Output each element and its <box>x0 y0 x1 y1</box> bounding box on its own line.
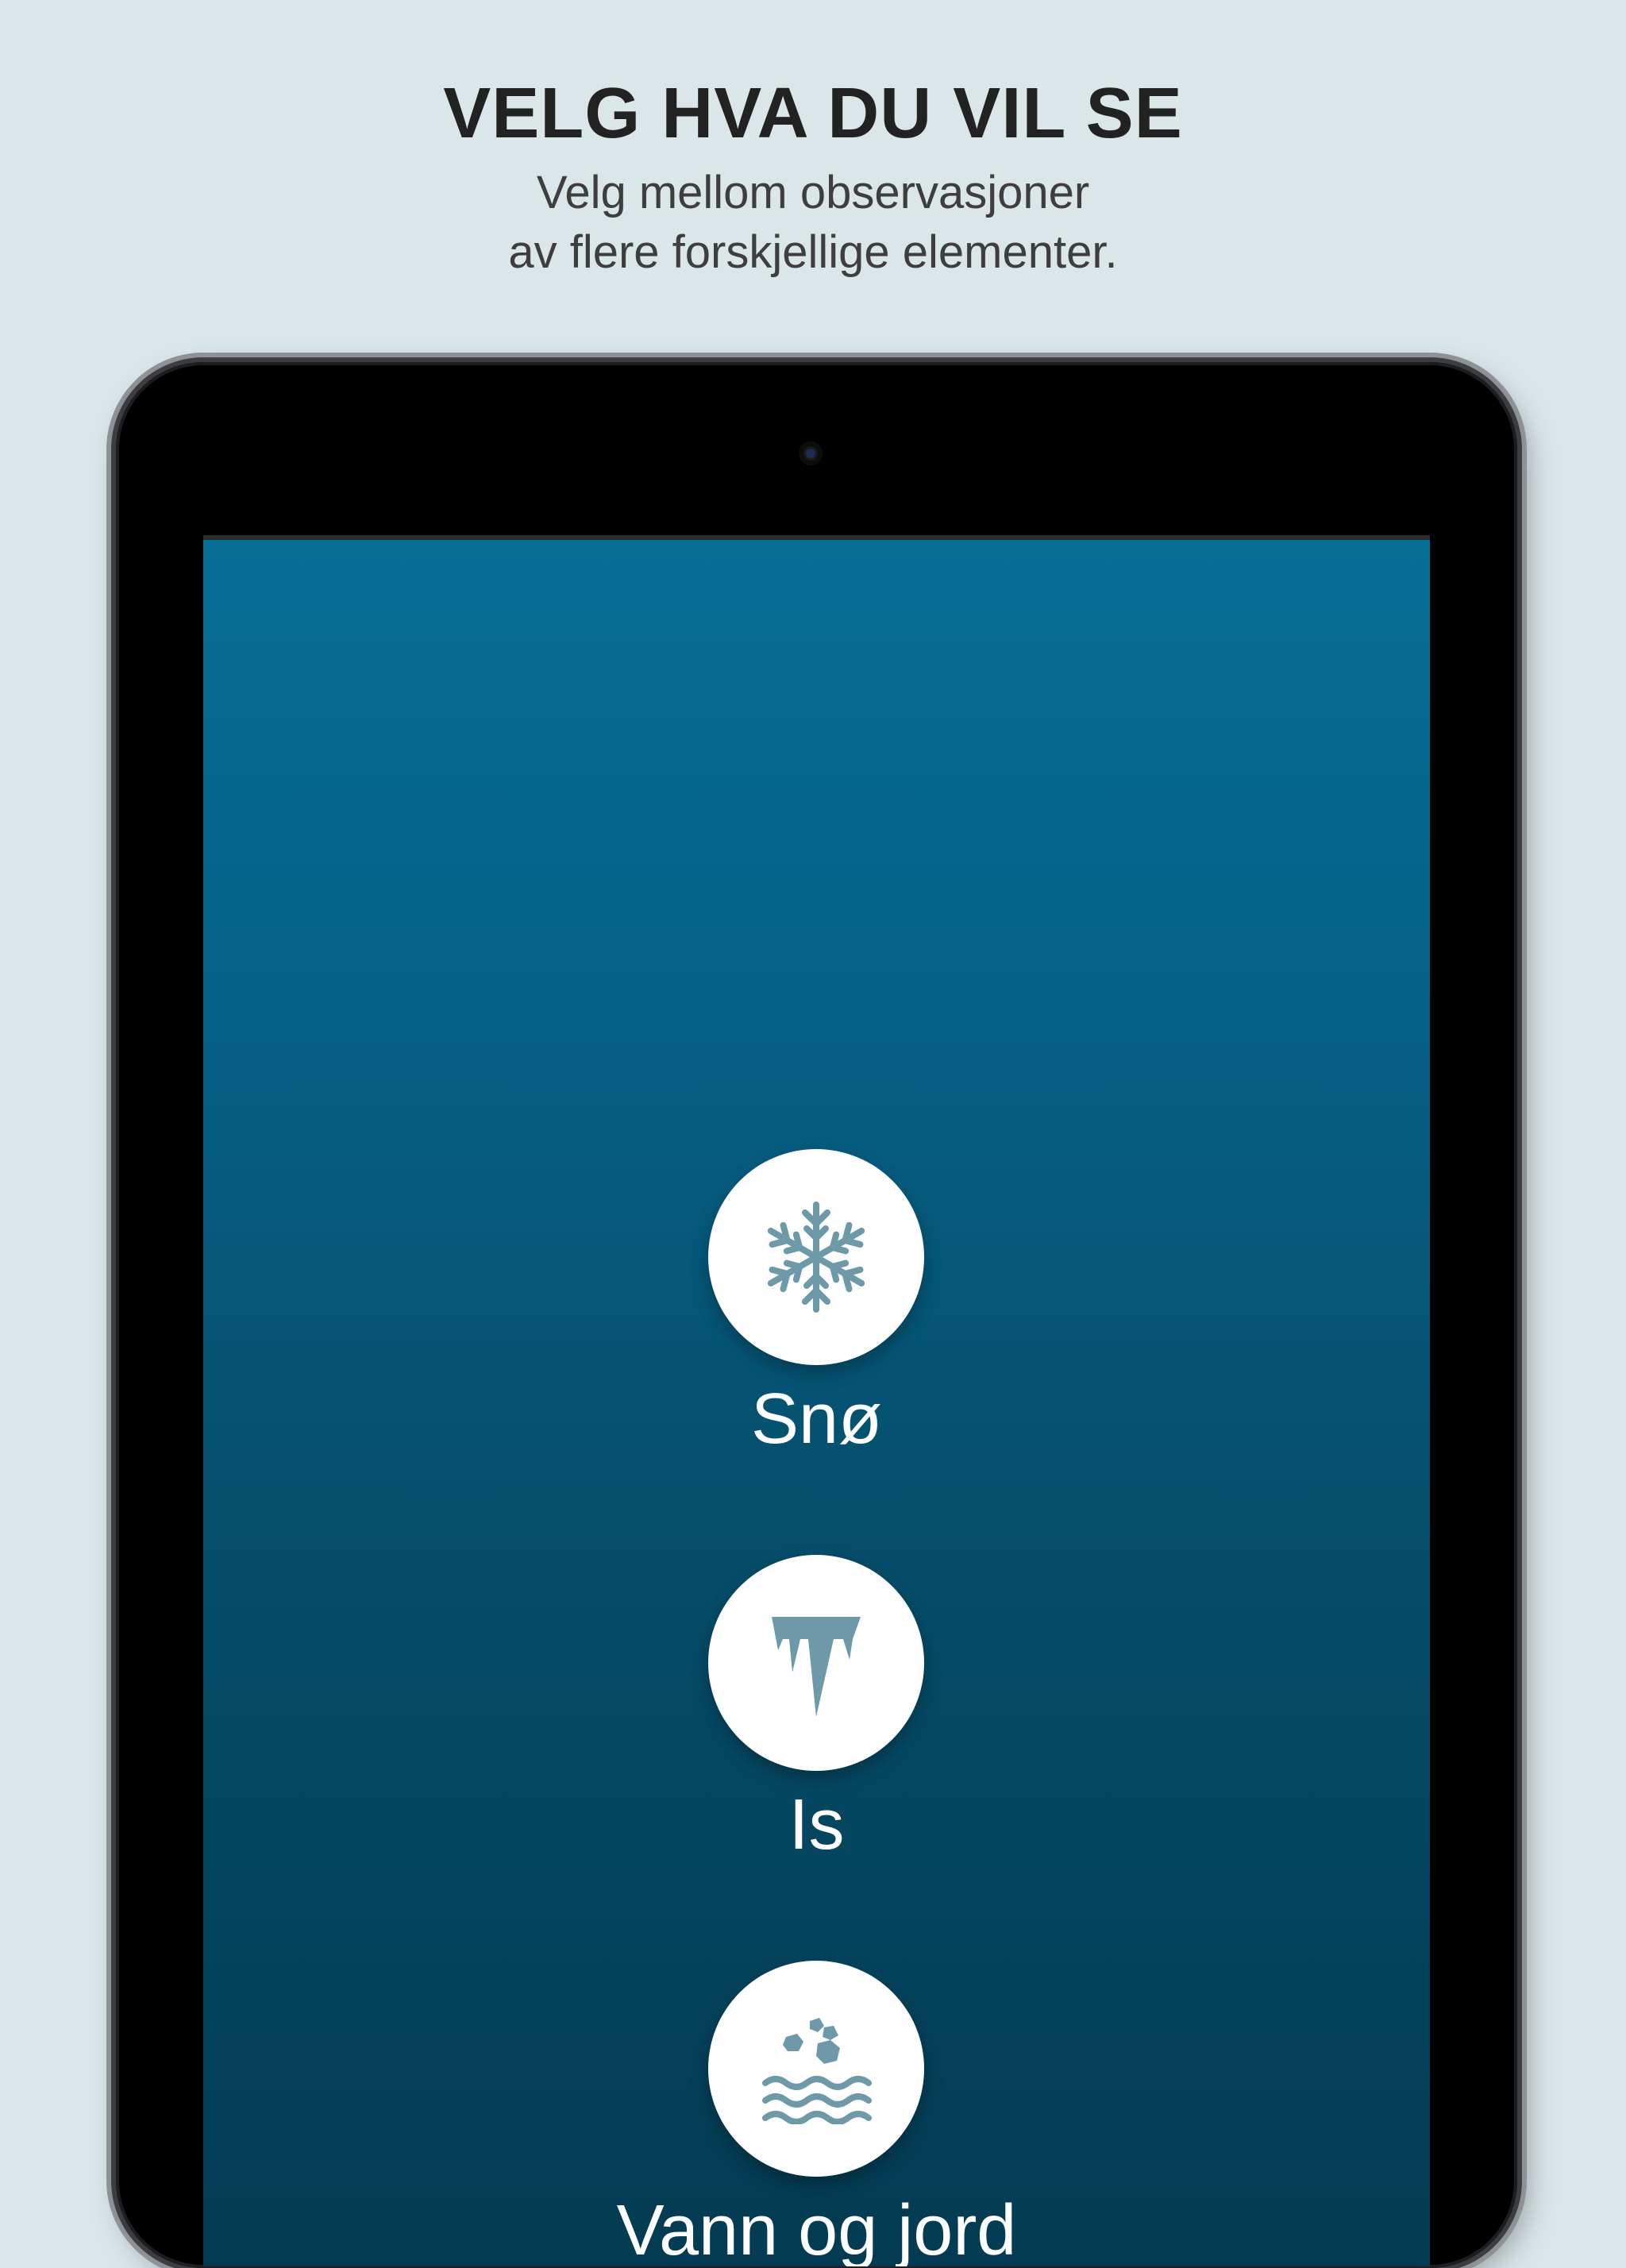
promo-subline-2: av flere forskjellige elementer. <box>508 226 1118 278</box>
snow-button[interactable] <box>708 1149 924 1365</box>
water-soil-label: Vann og jord <box>616 2191 1017 2266</box>
promo-headline: VELG HVA DU VIL SE <box>443 74 1183 153</box>
front-camera <box>799 442 823 465</box>
ice-button[interactable] <box>708 1555 924 1771</box>
snow-label: Snø <box>750 1379 883 1459</box>
app-screen: Snø Is Vann og jord <box>203 535 1430 2266</box>
promo-subline-1: Velg mellom observasjoner <box>536 167 1090 218</box>
ice-label: Is <box>788 1785 845 1865</box>
tablet-device-frame: Snø Is Vann og jord <box>116 362 1517 2268</box>
water-and-soil-icon <box>762 2018 872 2124</box>
icicle-icon <box>772 1617 861 1717</box>
water-soil-button[interactable] <box>708 1961 924 2177</box>
snowflake-icon <box>767 1202 865 1313</box>
